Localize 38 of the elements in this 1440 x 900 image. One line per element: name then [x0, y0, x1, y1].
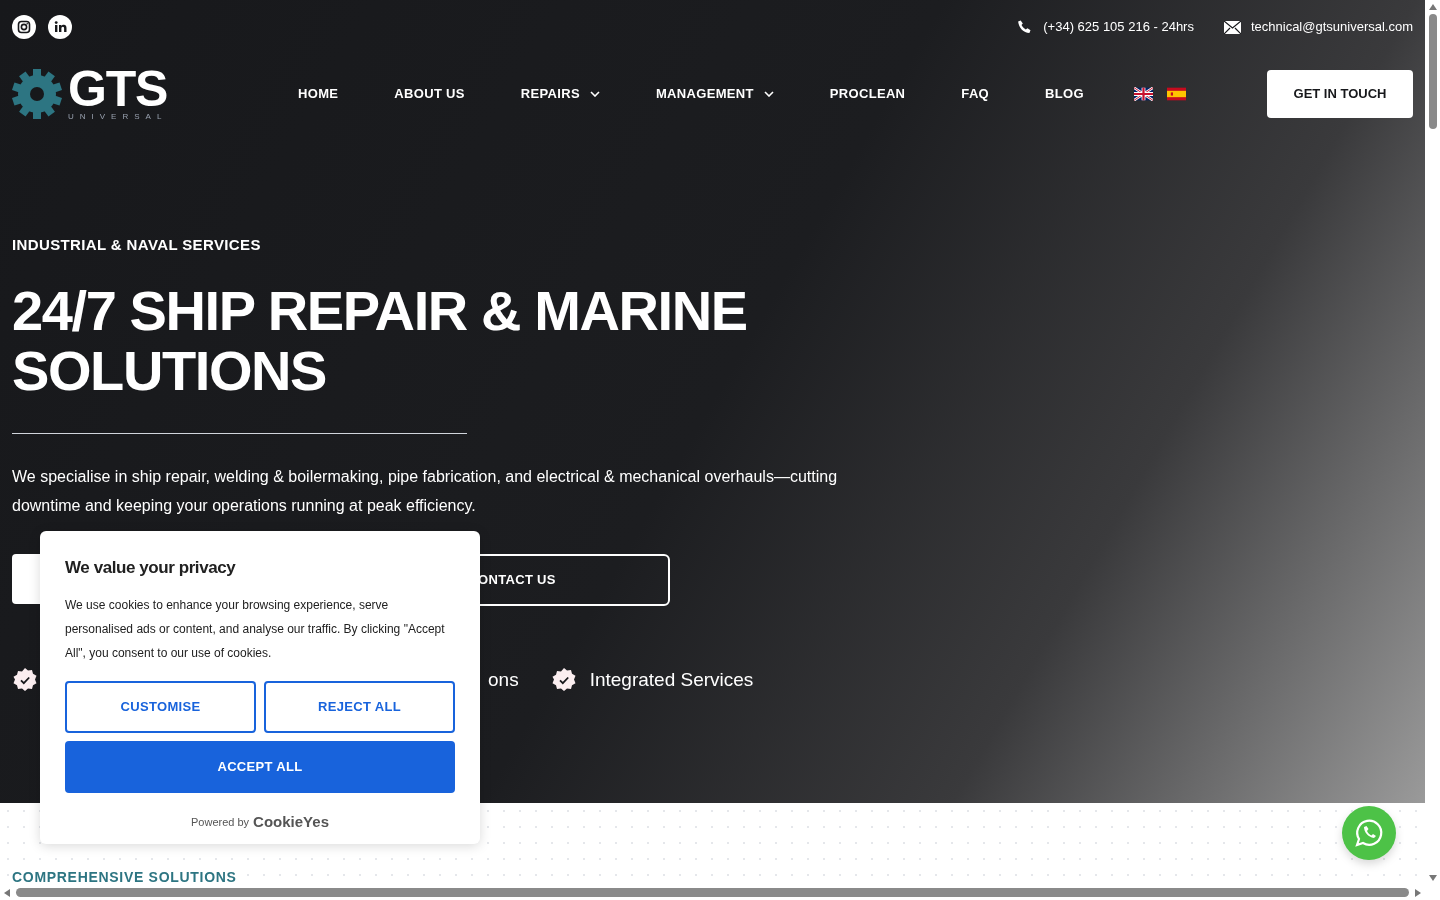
instagram-icon[interactable] — [12, 15, 36, 39]
nav-link[interactable]: HOME — [298, 84, 339, 104]
logo-tagline: UNIVERSAL — [68, 113, 168, 121]
linkedin-icon[interactable] — [48, 15, 72, 39]
feature-label: Integrated Services — [589, 667, 754, 692]
scroll-up-icon[interactable] — [1428, 4, 1437, 10]
nav-link[interactable]: REPAIRS — [520, 84, 600, 104]
cookieyes-logo[interactable]: CookieYes — [253, 810, 329, 833]
scroll-right-icon[interactable] — [1415, 888, 1421, 897]
uk-flag-icon[interactable] — [1133, 87, 1153, 101]
cookie-option-button[interactable]: CUSTOMISE — [65, 680, 256, 733]
feature-label: ons — [488, 667, 519, 692]
nav-link[interactable]: PROCLEAN — [829, 84, 906, 104]
hero-title: 24/7 SHIP REPAIR & MARINE SOLUTIONS — [12, 280, 748, 401]
scrollbar-thumb[interactable] — [16, 888, 1409, 897]
cookie-option-button[interactable]: REJECT ALL — [264, 680, 455, 733]
check-badge-icon — [12, 666, 38, 693]
logo-wordmark: GTS — [68, 67, 168, 111]
scrollbar-thumb[interactable] — [1428, 14, 1437, 129]
whatsapp-button[interactable] — [1342, 806, 1396, 860]
phone-number[interactable]: (+34) 625 105 216 - 24hrs — [1043, 17, 1194, 37]
scroll-down-icon[interactable] — [1428, 875, 1437, 881]
powered-by-text: Powered by — [191, 814, 250, 830]
hero-eyebrow: INDUSTRIAL & NAVAL SERVICES — [12, 235, 262, 255]
nav-link[interactable]: FAQ — [961, 84, 990, 104]
envelope-icon — [1223, 20, 1241, 34]
get-in-touch-button[interactable]: GET IN TOUCH — [1267, 70, 1413, 118]
scroll-left-icon[interactable] — [4, 888, 10, 897]
hero-description: We specialise in ship repair, welding & boilermaking, pipe fabrication, and electrical & mechanical overhauls—cutting downtime and keeping your operations running at peak efficiency. — [12, 466, 839, 516]
nav-link[interactable]: ABOUT US — [394, 84, 465, 104]
spain-flag-icon[interactable] — [1166, 87, 1186, 101]
nav-link[interactable]: BLOG — [1045, 84, 1084, 104]
nav-link[interactable]: MANAGEMENT — [655, 84, 774, 104]
gear-icon — [12, 69, 62, 119]
check-badge-icon — [550, 666, 577, 693]
cookie-title: We value your privacy — [65, 557, 237, 579]
accept-all-button[interactable]: ACCEPT ALL — [65, 740, 455, 793]
email-address[interactable]: technical@gtsuniversal.com — [1250, 17, 1413, 37]
